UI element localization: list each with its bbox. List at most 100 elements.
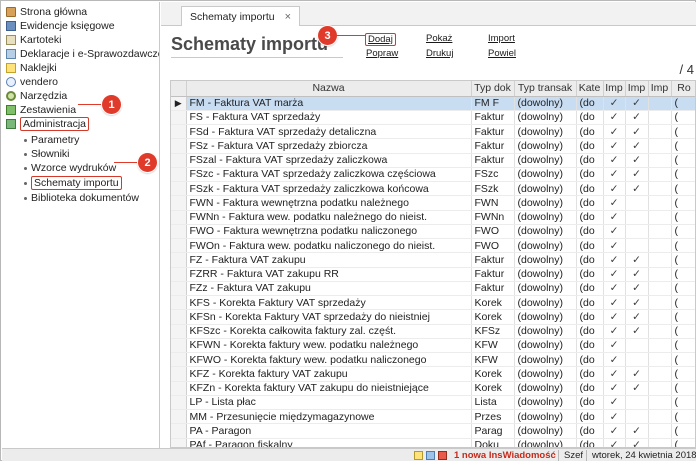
table-row[interactable]: FSd - Faktura VAT sprzedaży detaliczna Fa…	[171, 124, 695, 140]
row-indicator[interactable]	[171, 252, 187, 268]
table-row[interactable]: KFS - Korekta Faktury VAT sprzedaży Korek…	[171, 295, 695, 311]
row-indicator[interactable]	[171, 195, 187, 211]
cell-doc-type: FSzc	[471, 167, 515, 183]
table-row[interactable]: KFSn - Korekta Faktury VAT sprzedaży do …	[171, 309, 695, 325]
duplicate-button[interactable]: Powiel	[488, 48, 516, 59]
close-icon[interactable]: ×	[285, 11, 291, 23]
table-row[interactable]: KFZn - Korekta faktury VAT zakupu do nie…	[171, 381, 695, 396]
table-row[interactable]: FZ - Faktura VAT zakupu Faktur (dowolny) (d…	[171, 252, 695, 268]
row-indicator[interactable]	[171, 352, 187, 368]
row-indicator[interactable]	[171, 267, 187, 282]
sidebar-item-tools[interactable]: Narzędzia	[6, 89, 67, 103]
sidebar-subitem-dictionaries[interactable]: Słowniki	[24, 147, 70, 161]
row-indicator[interactable]	[171, 210, 187, 225]
row-indicator[interactable]: ▶	[171, 96, 187, 111]
table-row[interactable]: FZz - Faktura VAT zakupu Faktur (dowolny)(…	[171, 281, 695, 297]
column-header-doc-type[interactable]: Typ dok	[471, 81, 515, 97]
cell-transaction-type: (dowolny)	[514, 324, 577, 339]
row-indicator[interactable]	[171, 281, 187, 297]
cell-doc-type: Faktur	[471, 138, 515, 154]
table-row[interactable]: MM - Przesunięcie międzymagazynowe Przes(…	[171, 409, 695, 425]
table-row[interactable]: FSzc - Faktura VAT sprzedaży zaliczkowa …	[171, 167, 695, 183]
table-row[interactable]: FSz - Faktura VAT sprzedaży zbiorcza Fakt…	[171, 138, 695, 154]
row-indicator[interactable]	[171, 423, 187, 439]
cell-doc-type: Korek	[471, 381, 515, 396]
sidebar-subitem-import-schemes[interactable]: Schematy importu	[24, 176, 122, 190]
show-button[interactable]: Pokaż	[426, 33, 452, 44]
cell-import-2	[625, 409, 649, 425]
row-indicator[interactable]	[171, 324, 187, 339]
row-indicator[interactable]	[171, 395, 187, 411]
cell-transaction-type: (dowolny)	[514, 138, 577, 154]
sidebar-subitem-parameters[interactable]: Parametry	[24, 133, 79, 147]
row-indicator[interactable]	[171, 167, 187, 183]
status-icons	[414, 449, 447, 461]
table-row[interactable]: KFZ - Korekta faktury VAT zakupu Korek (do…	[171, 366, 695, 382]
row-indicator[interactable]	[171, 224, 187, 240]
sidebar-item-administration[interactable]: Administracja	[6, 117, 90, 131]
table-row[interactable]: KFSzc - Korekta całkowita faktury zal. c…	[171, 324, 695, 339]
cell-category: (do	[576, 153, 604, 168]
folder-icon[interactable]	[414, 451, 423, 460]
table-row[interactable]: FWN - Faktura wewnętrzna podatku należne…	[171, 195, 695, 211]
sidebar-item-home[interactable]: Strona główna	[6, 5, 87, 19]
table-row[interactable]: ▶ FM - Faktura VAT marża FM F (dowolny) (do ✓…	[171, 96, 695, 111]
notification-link[interactable]: 1 nowa InsWiadomość	[454, 449, 556, 461]
sidebar-item-declarations[interactable]: Deklaracje i e-Sprawozdawczość	[6, 47, 159, 61]
table-row[interactable]: FZRR - Faktura VAT zakupu RR Faktur (dowol…	[171, 267, 695, 282]
sidebar-item-reports[interactable]: Zestawienia	[6, 103, 76, 117]
table-row[interactable]: FWNn - Faktura wew. podatku należnego do…	[171, 210, 695, 225]
row-indicator[interactable]	[171, 338, 187, 354]
cell-transaction-type: (dowolny)	[514, 295, 577, 311]
row-indicator[interactable]	[171, 138, 187, 154]
tab-import-schemes[interactable]: Schematy importu ×	[181, 6, 301, 26]
row-indicator[interactable]	[171, 238, 187, 254]
sidebar-subitem-print-templates[interactable]: Wzorce wydruków	[24, 161, 116, 175]
row-indicator[interactable]	[171, 409, 187, 425]
row-indicator[interactable]	[171, 110, 187, 126]
sidebar-subitem-document-library[interactable]: Biblioteka dokumentów	[24, 191, 139, 205]
column-header-import-1[interactable]: Imp	[603, 81, 626, 97]
table-row[interactable]: PA - Paragon Parag (dowolny) (do ✓ ✓(	[171, 423, 695, 439]
cell-ro: (	[671, 366, 695, 382]
cell-category: (do	[576, 167, 604, 183]
row-indicator[interactable]	[171, 181, 187, 197]
table-row[interactable]: FSzk - Faktura VAT sprzedaży zaliczkowa …	[171, 181, 695, 197]
column-header-transaction-type[interactable]: Typ transak	[514, 81, 577, 97]
cell-ro: (	[671, 409, 695, 425]
table-row[interactable]: FSzal - Faktura VAT sprzedaży zaliczkowa…	[171, 153, 695, 168]
table-row[interactable]: FWOn - Faktura wew. podatku naliczonego …	[171, 238, 695, 254]
mail-icon[interactable]	[426, 451, 435, 460]
row-indicator[interactable]	[171, 366, 187, 382]
row-indicator[interactable]	[171, 381, 187, 396]
table-row[interactable]: KFWN - Korekta faktury wew. podatku nale…	[171, 338, 695, 354]
column-header-import-3[interactable]: Imp	[648, 81, 672, 97]
column-header-name[interactable]: Nazwa	[186, 81, 472, 97]
print-button[interactable]: Drukuj	[426, 48, 453, 59]
sidebar-item-vendero[interactable]: vendero	[6, 75, 58, 89]
table-row[interactable]: LP - Lista płac Lista (dowolny) (do ✓ (	[171, 395, 695, 411]
cell-transaction-type: (dowolny)	[514, 210, 577, 225]
sidebar-item-files[interactable]: Kartoteki	[6, 33, 61, 47]
column-header-ro[interactable]: Ro	[671, 81, 695, 97]
sidebar-item-ledgers[interactable]: Ewidencje księgowe	[6, 19, 115, 33]
table-row[interactable]: FWO - Faktura wewnętrzna podatku naliczo…	[171, 224, 695, 240]
import-button[interactable]: Import	[488, 33, 515, 44]
column-header-category[interactable]: Kate	[576, 81, 604, 97]
row-indicator[interactable]	[171, 309, 187, 325]
column-header-import-2[interactable]: Imp	[625, 81, 649, 97]
row-indicator[interactable]	[171, 295, 187, 311]
alert-icon[interactable]	[438, 451, 447, 460]
row-indicator[interactable]	[171, 438, 187, 447]
table-row[interactable]: KFWO - Korekta faktury wew. podatku nali…	[171, 352, 695, 368]
cell-import-2	[625, 224, 649, 240]
table-row[interactable]: PAf - Paragon fiskalny Doku (dowolny) (do ✓ ✓…	[171, 438, 695, 447]
edit-button[interactable]: Popraw	[366, 48, 398, 59]
table-row[interactable]: FS - Faktura VAT sprzedaży Faktur (dowolny…	[171, 110, 695, 126]
callout-badge-1: 1	[102, 95, 121, 114]
cell-import-3	[648, 366, 672, 382]
add-button[interactable]: Dodaj	[365, 33, 396, 46]
row-indicator[interactable]	[171, 124, 187, 140]
sidebar-item-stickers[interactable]: Naklejki	[6, 61, 57, 75]
row-indicator[interactable]	[171, 153, 187, 168]
